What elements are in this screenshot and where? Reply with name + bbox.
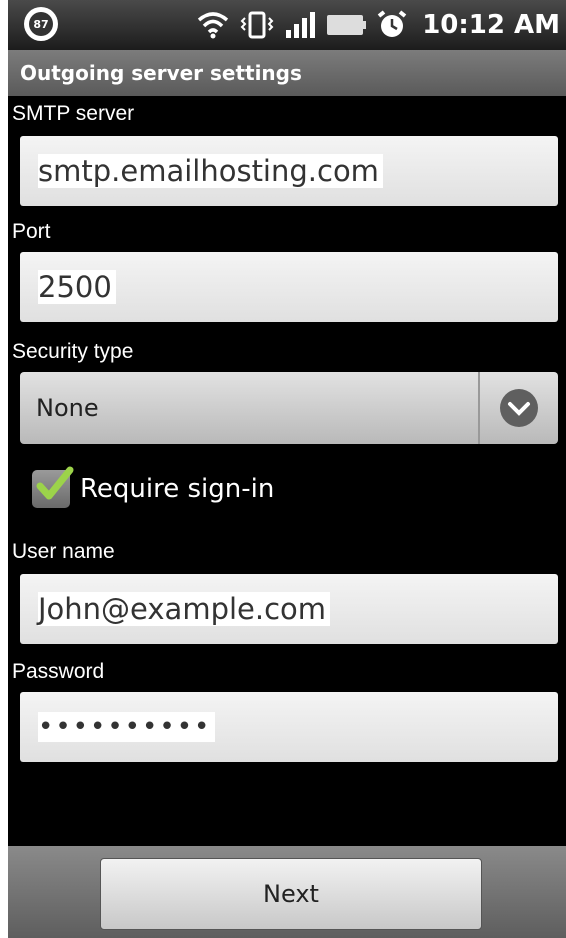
vibrate-icon <box>240 11 274 39</box>
port-label: Port <box>12 220 51 243</box>
chevron-down-icon <box>500 389 538 427</box>
port-input[interactable]: 2500 <box>20 252 558 322</box>
bottom-bar: Next <box>8 846 566 938</box>
user-name-label: User name <box>12 540 115 563</box>
status-bar: 87 10:12 AM <box>8 0 566 50</box>
security-type-label: Security type <box>12 340 134 363</box>
dropdown-button[interactable] <box>478 372 558 444</box>
password-label: Password <box>12 660 105 683</box>
user-name-value: John@example.com <box>38 592 331 626</box>
port-value: 2500 <box>38 270 116 304</box>
wifi-icon <box>198 12 229 39</box>
phone-screen: 87 10:12 AM Outgoing server settings SMT… <box>8 0 566 938</box>
clock: 10:12 AM <box>422 10 560 40</box>
alarm-icon <box>377 10 407 37</box>
smtp-server-label: SMTP server <box>12 102 135 125</box>
battery-percent-value: 87 <box>29 12 53 36</box>
password-value: •••••••••• <box>38 712 216 742</box>
user-name-input[interactable]: John@example.com <box>20 574 558 644</box>
next-button[interactable]: Next <box>100 858 482 930</box>
battery-icon <box>327 15 367 35</box>
security-type-select[interactable]: None <box>20 372 558 444</box>
security-type-value: None <box>36 394 99 422</box>
password-input[interactable]: •••••••••• <box>20 692 558 762</box>
smtp-server-value: smtp.emailhosting.com <box>38 154 383 188</box>
smtp-server-input[interactable]: smtp.emailhosting.com <box>20 136 558 206</box>
checkmark-icon <box>36 466 74 500</box>
require-signin-checkbox[interactable] <box>32 466 74 508</box>
require-signin-row[interactable]: Require sign-in <box>32 466 275 508</box>
signal-icon <box>286 12 316 38</box>
page-title: Outgoing server settings <box>8 50 566 96</box>
require-signin-label: Require sign-in <box>80 474 275 504</box>
battery-percent-badge: 87 <box>24 7 58 41</box>
